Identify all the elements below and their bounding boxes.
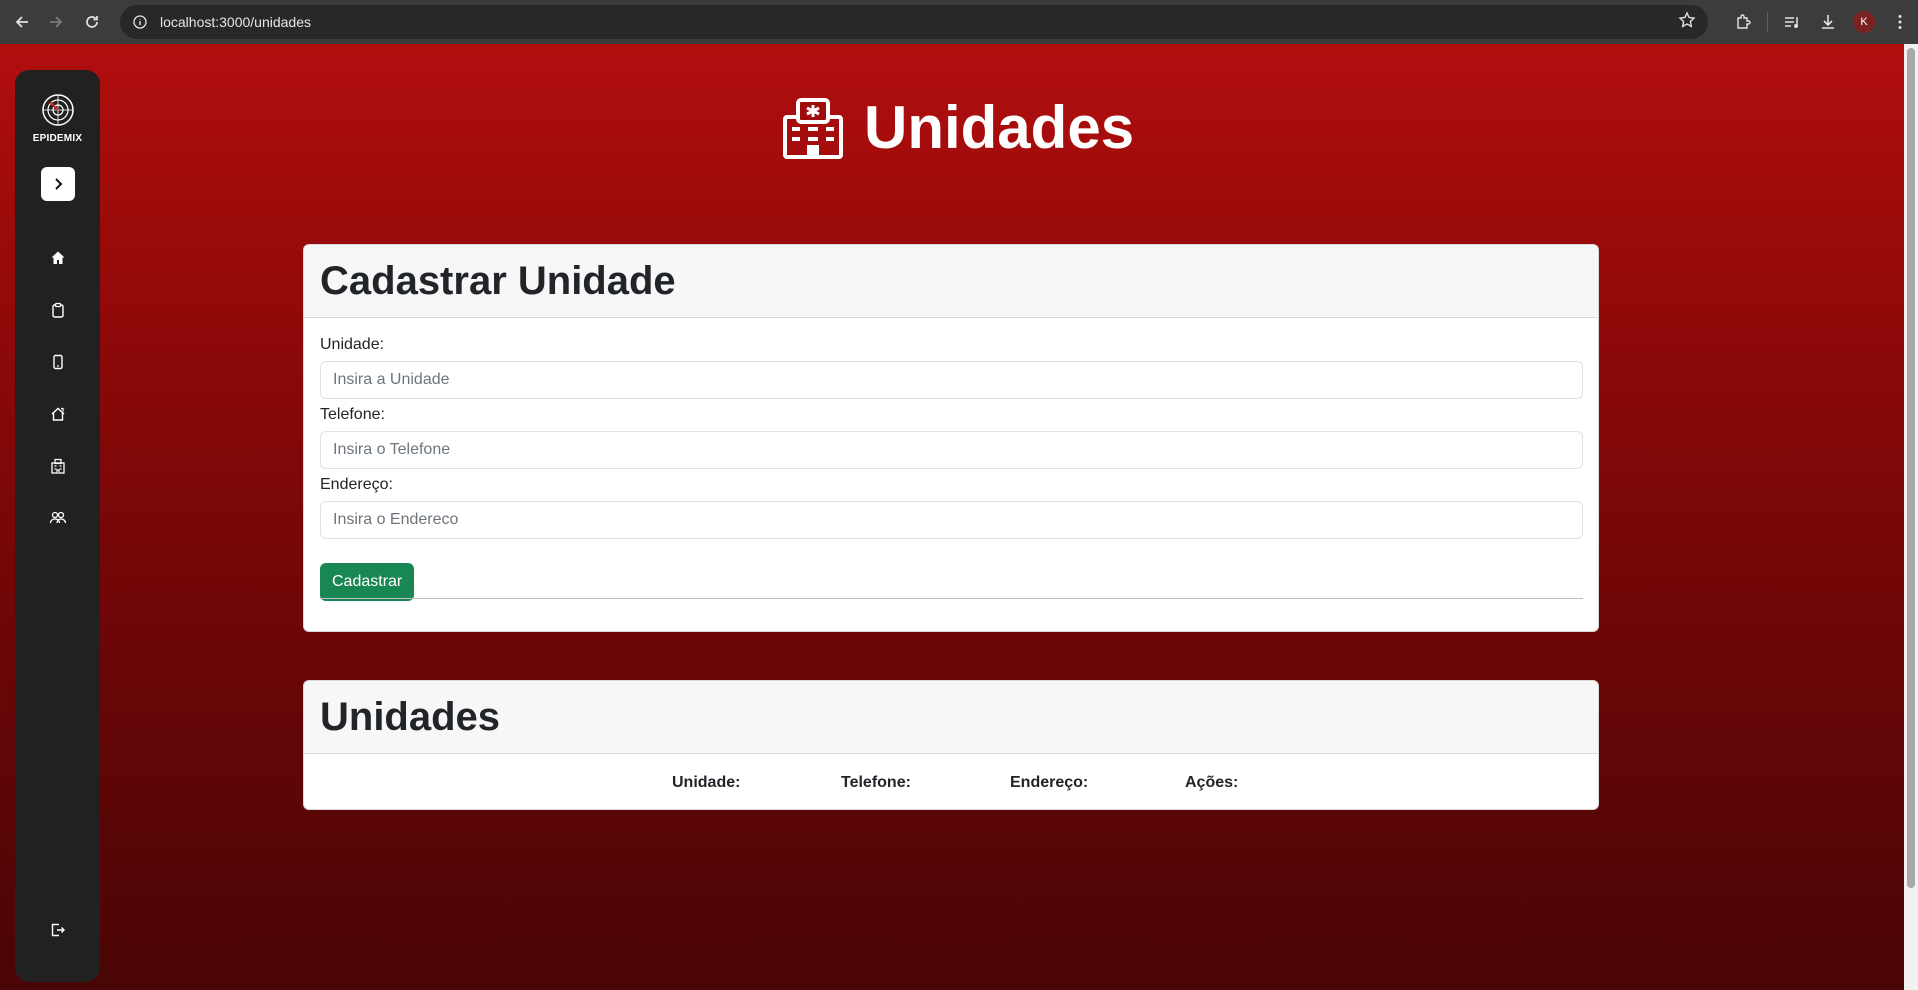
browser-menu-icon[interactable] xyxy=(1882,4,1918,40)
column-header-actions: Ações: xyxy=(1185,774,1239,791)
unit-label: Unidade: xyxy=(320,336,385,353)
column-header-address: Endereço: xyxy=(1010,774,1089,791)
unit-input[interactable] xyxy=(320,361,1583,399)
page-title: Unidades xyxy=(864,94,1135,161)
phone-label: Telefone: xyxy=(320,406,385,423)
column-header-phone: Telefone: xyxy=(841,774,911,791)
chevron-right-icon xyxy=(55,178,63,190)
address-bar[interactable]: localhost:3000/unidades xyxy=(120,5,1708,39)
address-input[interactable] xyxy=(320,501,1583,539)
hospital-icon xyxy=(51,458,65,474)
bookmark-star-icon[interactable] xyxy=(1678,11,1696,34)
register-unit-form: Unidade: Telefone: Endereço: Cadastrar xyxy=(304,318,1598,601)
media-control-icon[interactable] xyxy=(1774,4,1810,40)
address-label: Endereço: xyxy=(320,476,393,493)
table-header-row: Unidade: Telefone: Endereço: Ações: xyxy=(304,774,1598,798)
url-text: localhost:3000/unidades xyxy=(160,14,312,30)
logout-button[interactable] xyxy=(45,917,71,943)
sidebar-expand-button[interactable] xyxy=(41,167,75,201)
sidebar-item-users[interactable] xyxy=(45,505,71,531)
page-viewport: EPIDEMIX Unidades Cadastrar Unidade Unid… xyxy=(0,44,1904,990)
toolbar-divider xyxy=(1767,12,1768,32)
card-header: Unidades xyxy=(304,681,1598,754)
column-header-unit: Unidade: xyxy=(672,774,741,791)
epidemix-logo-icon xyxy=(42,94,74,126)
brand-name: EPIDEMIX xyxy=(32,133,83,144)
forward-icon[interactable] xyxy=(38,4,74,40)
sidebar-item-clipboard[interactable] xyxy=(45,297,71,323)
users-icon xyxy=(49,511,67,524)
smartphone-icon xyxy=(53,354,63,370)
logout-icon xyxy=(51,923,65,937)
phone-input[interactable] xyxy=(320,431,1583,469)
register-button[interactable]: Cadastrar xyxy=(320,563,415,601)
sidebar-item-units[interactable] xyxy=(45,453,71,479)
card-title: Unidades xyxy=(320,694,501,739)
register-unit-card: Cadastrar Unidade Unidade: Telefone: End… xyxy=(303,244,1599,632)
extensions-icon[interactable] xyxy=(1725,4,1761,40)
reload-icon[interactable] xyxy=(74,4,110,40)
scrollbar-thumb[interactable] xyxy=(1907,48,1915,888)
clipboard-icon xyxy=(52,302,64,318)
sidebar-item-mobile[interactable] xyxy=(45,349,71,375)
card-header: Cadastrar Unidade xyxy=(304,245,1598,318)
sidebar-item-house[interactable] xyxy=(45,401,71,427)
site-info-icon[interactable] xyxy=(128,10,152,34)
hospital-icon xyxy=(783,98,843,159)
sidebar-item-home[interactable] xyxy=(45,245,71,271)
profile-avatar[interactable]: K xyxy=(1846,4,1882,40)
back-icon[interactable] xyxy=(4,4,40,40)
card-title: Cadastrar Unidade xyxy=(320,258,676,303)
page-header: Unidades xyxy=(782,88,1134,168)
units-list-card: Unidades Unidade: Telefone: Endereço: Aç… xyxy=(303,680,1599,810)
sidebar: EPIDEMIX xyxy=(15,70,100,982)
form-divider xyxy=(320,598,1583,599)
house-icon xyxy=(51,407,65,421)
browser-toolbar: localhost:3000/unidades K xyxy=(0,0,1918,44)
home-icon xyxy=(51,251,65,264)
download-icon[interactable] xyxy=(1810,4,1846,40)
page-scrollbar[interactable] xyxy=(1904,44,1918,990)
